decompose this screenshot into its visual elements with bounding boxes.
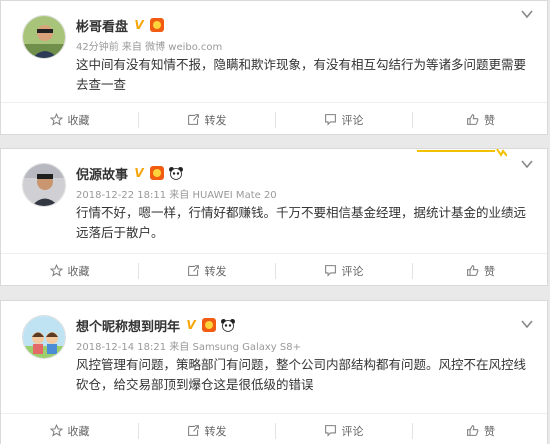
post-card: 彬哥看盘 V 42分钟前 来自 微博 weibo.com 这中间有没有知情不报，… [0,0,548,135]
verified-v-icon: V [134,18,144,32]
avatar[interactable] [22,163,66,207]
chevron-down-icon[interactable] [521,319,533,329]
level-badge-icon [202,318,217,332]
post-text: 风控管理有问题，策略部门有问题，整个公司内部结构都有问题。风控不在风控线砍仓，给… [76,357,527,392]
favorite-label: 收藏 [67,264,90,278]
star-icon [49,424,63,437]
post-meta: 2018-12-22 18:11 来自 HUAWEI Mate 20 [76,190,277,201]
post-meta: 42分钟前 来自 微博 weibo.com [76,42,223,53]
verified-v-icon: V [134,166,144,180]
post-meta: 2018-12-14 18:21 来自 Samsung Galaxy S8+ [76,342,301,353]
comment-label: 评论 [341,113,364,127]
like-label: 赞 [484,424,495,438]
chevron-down-icon[interactable] [521,159,533,169]
favorite-button[interactable]: 收藏 [1,103,138,134]
verified-v-icon: V [186,318,196,332]
like-button[interactable]: 赞 [412,103,547,134]
comment-button[interactable]: 评论 [275,254,412,285]
star-icon [49,113,63,126]
username-row: 彬哥看盘 V [76,15,165,35]
panda-icon [169,167,184,180]
post-text: 这中间有没有知情不报，隐瞒和欺诈现象，有没有相互勾结行为等诸多问题更需要去查一查 [76,57,527,92]
level-badge-icon [150,18,165,32]
username-row: 想个昵称想到明年 V [76,315,236,335]
action-bar: 收藏 转发 评论 赞 [1,102,547,134]
comment-label: 评论 [341,424,364,438]
avatar[interactable] [22,315,66,359]
like-button[interactable]: 赞 [412,254,547,285]
panda-icon [221,319,236,332]
action-bar: 收藏 转发 评论 赞 [1,253,547,285]
post-card: 想个昵称想到明年 V 2018-12-14 18:21 来自 Samsung G… [0,300,548,444]
repost-label: 转发 [204,264,227,278]
favorite-label: 收藏 [67,113,90,127]
favorite-button[interactable]: 收藏 [1,414,138,444]
comment-icon [324,425,336,437]
post-card: 倪源故事 V 2018-12-22 18:11 来自 HUAWEI Mate 2… [0,148,548,286]
card-decoration [417,149,507,157]
action-bar: 收藏 转发 评论 赞 [1,413,547,444]
like-button[interactable]: 赞 [412,414,547,444]
star-icon [49,264,63,277]
username[interactable]: 想个昵称想到明年 [76,316,180,335]
comment-button[interactable]: 评论 [275,414,412,444]
post-text: 行情不好，嗯一样，行情好都赚钱。千万不要相信基金经理，据统计基金的业绩远远落后于… [76,205,527,240]
repost-icon [187,114,199,125]
favorite-button[interactable]: 收藏 [1,254,138,285]
avatar[interactable] [22,15,66,59]
username[interactable]: 彬哥看盘 [76,16,128,35]
repost-button[interactable]: 转发 [138,414,275,444]
like-label: 赞 [484,264,495,278]
username[interactable]: 倪源故事 [76,164,128,183]
comment-icon [324,265,336,277]
comment-icon [324,114,336,126]
thumbs-up-icon [467,265,479,276]
repost-icon [187,265,199,276]
favorite-label: 收藏 [67,424,90,438]
repost-button[interactable]: 转发 [138,254,275,285]
repost-label: 转发 [204,113,227,127]
comment-button[interactable]: 评论 [275,103,412,134]
thumbs-up-icon [467,114,479,125]
repost-label: 转发 [204,424,227,438]
username-row: 倪源故事 V [76,163,184,183]
thumbs-up-icon [467,425,479,436]
repost-icon [187,425,199,436]
level-badge-icon [150,166,165,180]
like-label: 赞 [484,113,495,127]
repost-button[interactable]: 转发 [138,103,275,134]
chevron-down-icon[interactable] [521,9,533,19]
comment-label: 评论 [341,264,364,278]
